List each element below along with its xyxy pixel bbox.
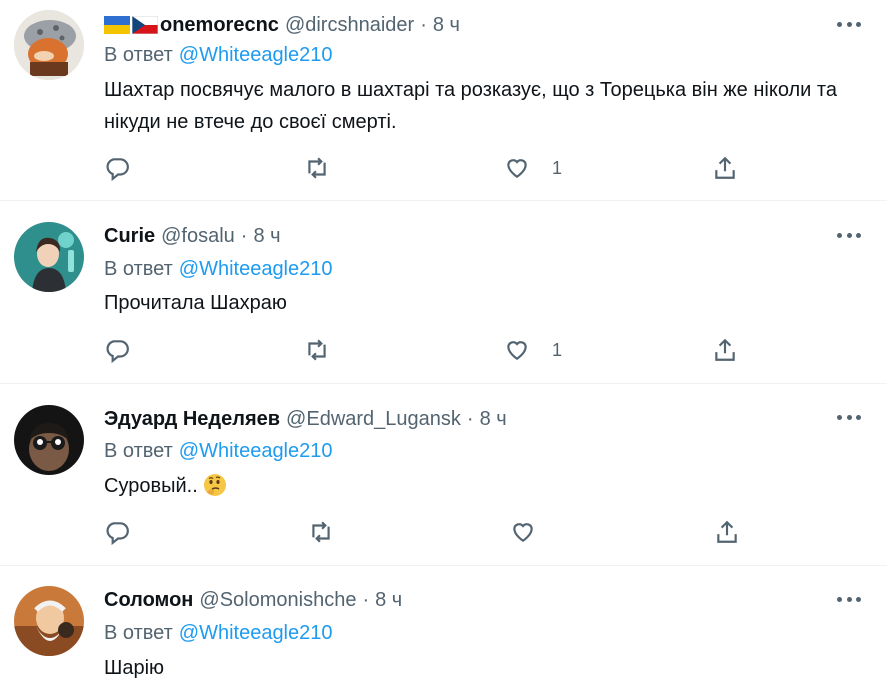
czech-flag-icon (132, 16, 158, 34)
share-icon (715, 156, 735, 179)
more-icon[interactable] (837, 19, 861, 29)
thinking-face-emoji-icon (203, 474, 226, 496)
reply-context: В ответ @Whiteeagle210 (104, 44, 333, 67)
display-name[interactable]: Соломон (104, 589, 193, 612)
retweet-button[interactable] (308, 517, 334, 547)
display-name[interactable]: Curie (104, 225, 155, 248)
reply-prefix: В ответ (104, 622, 173, 644)
display-name[interactable]: Эдуард Неделяев (104, 408, 280, 431)
separator-dot: · (420, 13, 427, 36)
reply-button[interactable] (104, 335, 130, 365)
like-icon (507, 159, 527, 178)
reply-icon (106, 158, 129, 181)
share-button[interactable] (712, 153, 738, 183)
reply-prefix: В ответ (104, 44, 173, 66)
tweet-header: Curie @fosalu · 8 ч (104, 223, 281, 249)
share-button[interactable] (714, 517, 740, 547)
reply-mention-link[interactable]: @Whiteeagle210 (179, 622, 333, 644)
timestamp[interactable]: 8 ч (253, 225, 280, 248)
action-bar: 1 (104, 153, 844, 183)
avatar[interactable] (14, 10, 84, 80)
tweet[interactable]: Эдуард Неделяев @Edward_Lugansk · 8 ч В … (0, 384, 887, 566)
flag-emojis (104, 16, 158, 34)
tweet-text: Суровый.. (104, 470, 844, 502)
tweet-text: Шарію (104, 657, 165, 679)
like-button[interactable] (510, 517, 536, 547)
retweet-icon (308, 339, 326, 361)
username[interactable]: @Solomonishche (199, 589, 356, 612)
tweet-header: Эдуард Неделяев @Edward_Lugansk · 8 ч (104, 406, 507, 432)
ukraine-flag-icon (104, 16, 130, 34)
retweet-icon (312, 521, 330, 543)
avatar-image (14, 222, 84, 292)
like-icon (507, 341, 527, 360)
retweet-icon (308, 157, 326, 179)
share-icon (715, 338, 735, 361)
tweet-header: Соломон @Solomonishche · 8 ч (104, 587, 402, 613)
reply-context: В ответ @Whiteeagle210 (104, 258, 333, 281)
retweet-button[interactable] (304, 153, 330, 183)
timestamp[interactable]: 8 ч (480, 408, 507, 431)
username[interactable]: @Edward_Lugansk (286, 408, 461, 431)
avatar-image (14, 10, 84, 80)
tweet[interactable]: Curie @fosalu · 8 ч В ответ @Whiteeagle21… (0, 201, 887, 384)
reply-prefix: В ответ (104, 258, 173, 280)
reply-button[interactable] (104, 153, 130, 183)
more-icon[interactable] (837, 594, 861, 604)
like-count: 1 (552, 157, 563, 178)
more-icon[interactable] (837, 230, 861, 240)
separator-dot: · (362, 588, 370, 611)
reply-icon (106, 340, 129, 363)
reply-prefix: В ответ (104, 440, 173, 462)
like-button[interactable]: 1 (504, 153, 562, 183)
tweet[interactable]: Соломон @Solomonishche · 8 ч В ответ @Whi… (0, 566, 887, 688)
more-icon[interactable] (837, 412, 861, 422)
username[interactable]: @dircshnaider (285, 14, 414, 37)
username[interactable]: @fosalu (161, 225, 235, 248)
tweet-header: onemorecnc @dircshnaider · 8 ч (104, 12, 460, 38)
separator-dot: · (466, 407, 474, 430)
avatar[interactable] (14, 222, 84, 292)
share-icon (717, 520, 737, 543)
like-icon (513, 523, 533, 542)
tweet[interactable]: onemorecnc @dircshnaider · 8 ч В ответ @W… (0, 0, 887, 201)
reply-mention-link[interactable]: @Whiteeagle210 (179, 44, 333, 66)
reply-button[interactable] (104, 517, 130, 547)
avatar[interactable] (14, 586, 84, 656)
tweet-text: Прочитала Шахраю (104, 292, 287, 314)
reply-mention-link[interactable]: @Whiteeagle210 (179, 258, 333, 280)
like-count: 1 (552, 339, 563, 360)
avatar[interactable] (14, 405, 84, 475)
tweet-text-content: Суровый.. (104, 475, 198, 497)
action-bar (104, 517, 844, 547)
timestamp[interactable]: 8 ч (375, 589, 402, 612)
reply-mention-link[interactable]: @Whiteeagle210 (179, 440, 333, 462)
display-name[interactable]: onemorecnc (160, 14, 279, 37)
like-button[interactable]: 1 (504, 335, 562, 365)
share-button[interactable] (712, 335, 738, 365)
reply-context: В ответ @Whiteeagle210 (104, 622, 333, 645)
timestamp[interactable]: 8 ч (433, 14, 460, 37)
reply-context: В ответ @Whiteeagle210 (104, 440, 333, 463)
retweet-button[interactable] (304, 335, 330, 365)
avatar-image (14, 405, 84, 475)
separator-dot: · (240, 224, 248, 247)
action-bar: 1 (104, 335, 844, 365)
tweet-text: Шахтар посвячує малого в шахтарі та розк… (104, 79, 837, 133)
reply-icon (106, 522, 129, 545)
avatar-image (14, 586, 84, 656)
